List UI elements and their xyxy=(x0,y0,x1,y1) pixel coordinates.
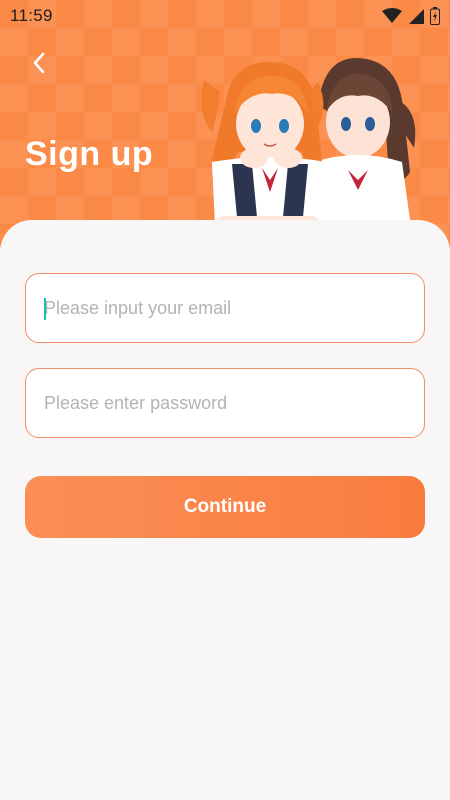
anime-girls-illustration xyxy=(198,52,428,248)
status-icons xyxy=(382,7,440,25)
text-cursor xyxy=(44,298,46,320)
header-banner: 11:59 Sign up xyxy=(0,0,450,250)
status-bar: 11:59 xyxy=(0,0,450,32)
email-input[interactable] xyxy=(44,297,424,319)
cell-signal-icon xyxy=(408,8,424,24)
continue-button-label: Continue xyxy=(183,496,267,517)
status-time: 11:59 xyxy=(10,6,53,25)
signup-card: Continue xyxy=(0,220,450,800)
password-field[interactable] xyxy=(25,368,425,438)
email-field[interactable] xyxy=(25,273,425,343)
back-button[interactable] xyxy=(26,52,52,78)
chevron-left-icon xyxy=(32,52,46,79)
continue-button[interactable]: Continue xyxy=(25,476,425,538)
page-title: Sign up xyxy=(25,135,154,173)
password-input[interactable] xyxy=(44,392,424,414)
wifi-icon xyxy=(382,8,402,24)
battery-icon xyxy=(430,7,440,25)
